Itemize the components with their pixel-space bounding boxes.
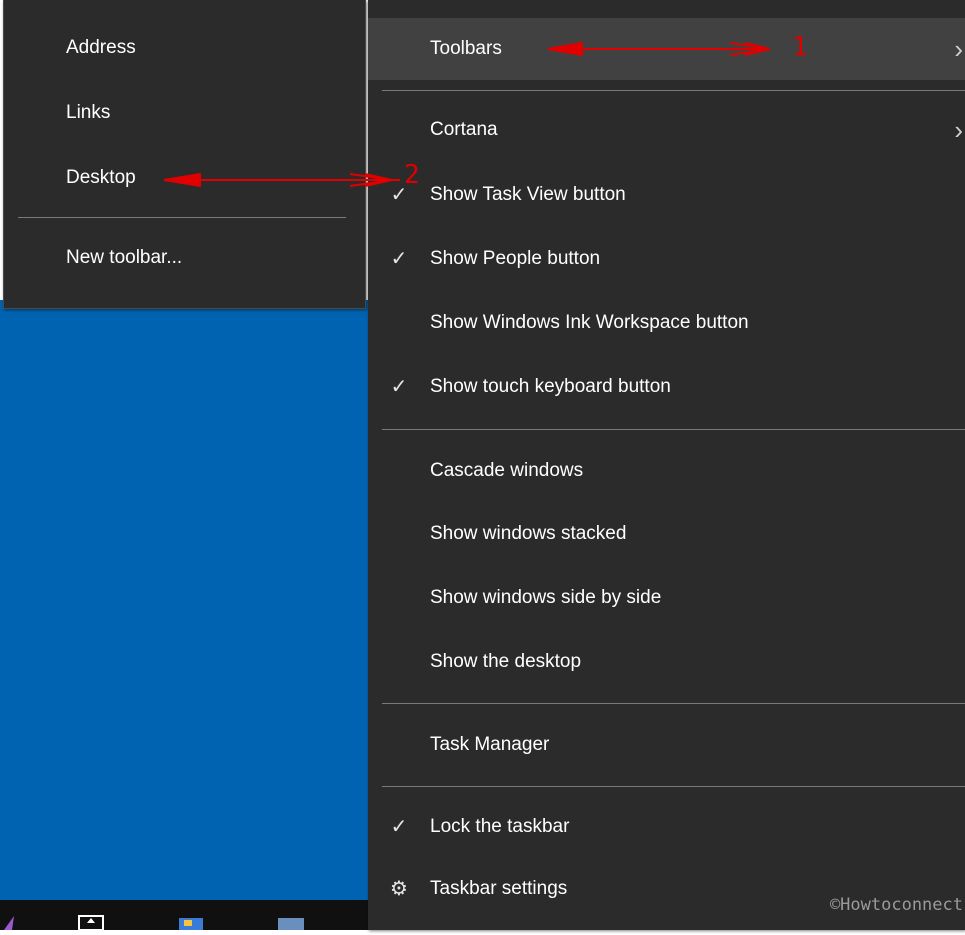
check-icon: ✓ <box>390 248 408 270</box>
menu-item-cascade-windows[interactable]: Cascade windows <box>368 440 965 502</box>
menu-item-show-ink-workspace[interactable]: Show Windows Ink Workspace button <box>368 292 965 354</box>
menu-item-cortana[interactable]: Cortana › <box>368 99 965 161</box>
menu-item-show-people[interactable]: ✓ Show People button <box>368 228 965 290</box>
menu-item-label: Show windows stacked <box>430 523 627 544</box>
menu-item-label: Show windows side by side <box>430 587 662 608</box>
menu-item-label: Cortana <box>430 119 498 140</box>
menu-item-label: Show touch keyboard button <box>430 376 671 397</box>
menu-item-lock-taskbar[interactable]: ✓ Lock the taskbar <box>368 796 965 858</box>
submenu-item-new-toolbar[interactable]: New toolbar... <box>4 228 365 288</box>
submenu-item-label: Links <box>66 102 111 123</box>
check-icon: ✓ <box>390 816 408 838</box>
menu-item-task-manager[interactable]: Task Manager <box>368 714 965 776</box>
submenu-item-label: Desktop <box>66 167 136 188</box>
menu-item-label: Cascade windows <box>430 460 584 481</box>
menu-item-show-windows-side-by-side[interactable]: Show windows side by side <box>368 567 965 629</box>
submenu-separator <box>18 217 346 218</box>
menu-item-show-windows-stacked[interactable]: Show windows stacked <box>368 503 965 565</box>
window-icon[interactable] <box>76 912 106 931</box>
menu-item-label: Taskbar settings <box>430 878 568 899</box>
menu-separator <box>382 703 965 704</box>
submenu-item-desktop[interactable]: Desktop <box>4 148 365 208</box>
menu-item-show-touch-keyboard[interactable]: ✓ Show touch keyboard button <box>368 356 965 418</box>
desktop-background <box>0 300 368 930</box>
submenu-item-address[interactable]: Address <box>4 18 365 78</box>
menu-item-show-task-view[interactable]: ✓ Show Task View button <box>368 164 965 226</box>
toolbars-submenu: Address Links Desktop New toolbar... <box>3 0 366 309</box>
menu-item-label: Show the desktop <box>430 651 582 672</box>
photos-icon[interactable] <box>176 912 206 930</box>
watermark: ©Howtoconnect <box>829 895 963 915</box>
annotation-step-1: 1 <box>792 32 808 62</box>
menu-separator <box>382 90 965 91</box>
menu-item-label: Show Windows Ink Workspace button <box>430 312 749 333</box>
check-icon: ✓ <box>390 376 408 398</box>
chevron-right-icon: › <box>954 34 963 64</box>
menu-item-label: Lock the taskbar <box>430 816 570 837</box>
submenu-item-label: New toolbar... <box>66 247 183 268</box>
submenu-item-links[interactable]: Links <box>4 83 365 143</box>
menu-separator <box>382 429 965 430</box>
menu-item-label: Show People button <box>430 248 601 269</box>
submenu-item-label: Address <box>66 37 136 58</box>
gear-icon: ⚙ <box>390 878 408 900</box>
app-icon[interactable] <box>2 912 32 930</box>
taskbar[interactable] <box>0 900 368 931</box>
menu-separator <box>382 786 965 787</box>
menu-item-label: Task Manager <box>430 734 550 755</box>
menu-item-label: Show Task View button <box>430 184 626 205</box>
annotation-step-2: 2 <box>404 160 420 190</box>
taskbar-context-menu: Toolbars › Cortana › ✓ Show Task View bu… <box>368 0 965 930</box>
menu-item-toolbars[interactable]: Toolbars › <box>368 18 965 80</box>
menu-item-show-desktop[interactable]: Show the desktop <box>368 631 965 693</box>
chevron-right-icon: › <box>954 115 963 145</box>
monitor-icon[interactable] <box>276 912 306 930</box>
menu-item-label: Toolbars <box>430 38 502 59</box>
